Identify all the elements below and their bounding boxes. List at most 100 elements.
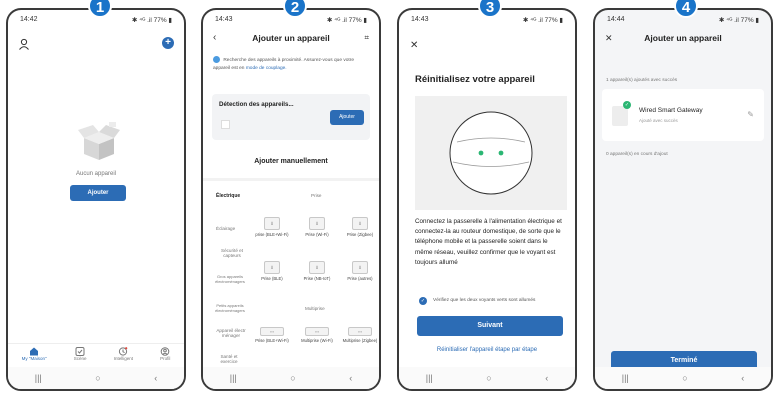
recent-apps-icon[interactable]: ||| (426, 373, 433, 383)
device-tile-label: Prise (NB-IoT) (303, 276, 331, 281)
bottom-tab-bar: My "Maison" Scène Intelligent Profil (8, 343, 184, 367)
gateway-illustration (415, 96, 567, 210)
device-tile[interactable]: ⠿ Prise (NB-IoT) (298, 261, 336, 281)
device-tile[interactable]: ⠿ Prise (autres) (341, 261, 379, 281)
detection-card: Détection des appareils... Ajouter (212, 94, 370, 140)
category-small-appliances[interactable]: Petits appareils électroménagers (209, 303, 251, 313)
empty-box-illustration (76, 122, 122, 162)
power-strip-icon: ▫▫▫ (305, 327, 329, 336)
device-tile[interactable]: ⠿ prise (BLE+Wi-Fi) (253, 217, 291, 237)
device-tile-label: Multiprise (Zigbee) (342, 338, 378, 343)
back-icon[interactable]: ‹ (545, 373, 548, 383)
device-tile[interactable]: ⠿ Prise (BLE) (253, 261, 291, 281)
home-circle-icon[interactable]: ○ (486, 373, 491, 383)
category-large-appliances[interactable]: Gros appareils électroménagers (209, 274, 251, 284)
device-tile[interactable]: ▫▫▫ Multiprise (Wi-Fi) (298, 327, 336, 343)
socket-icon: ⠿ (264, 217, 280, 230)
phone-screen-2: 14:43 ✱ ⁴ᴳ .il 77% ▮ ‹ Ajouter un appare… (201, 8, 381, 391)
pairing-mode-link[interactable]: mode de couplage. (246, 66, 287, 71)
category-health[interactable]: Santé et exercice (213, 354, 245, 364)
home-circle-icon[interactable]: ○ (682, 373, 687, 383)
in-progress-text: 0 appareil(s) en cours d'ajout (606, 152, 668, 157)
device-tile-label: Prise (BLE+Wi-Fi) (255, 338, 289, 343)
tab-home[interactable]: My "Maison" (22, 347, 47, 367)
socket-icon: ⠿ (352, 217, 368, 230)
section-multiprise: Multiprise (305, 306, 325, 311)
empty-state-text: Aucun appareil (75, 171, 117, 177)
device-card[interactable]: ✓ Wired Smart Gateway Ajouté avec succès… (602, 89, 764, 141)
status-indicators: ✱ ⁴ᴳ .il 77% ▮ (719, 17, 759, 24)
device-tile[interactable]: ▫▫▫ Prise (BLE+Wi-Fi) (253, 327, 291, 343)
system-nav-bar: ||| ○ ‹ (8, 367, 184, 389)
socket-icon: ⠿ (309, 217, 325, 230)
tab-smart-label: Intelligent (113, 356, 133, 361)
tab-scene[interactable]: Scène (74, 347, 87, 367)
device-tile[interactable]: ⠿ Prise (Zigbee) (341, 217, 379, 237)
add-button[interactable]: Ajouter (70, 185, 126, 201)
device-tile[interactable]: ⠿ Prise (Wi-Fi) (298, 217, 336, 237)
detection-title: Détection des appareils... (219, 101, 294, 108)
device-tile[interactable]: ▫▫▫ Multiprise (Zigbee) (341, 327, 379, 343)
status-indicators: ✱ ⁴ᴳ .il 77% ▮ (327, 17, 367, 24)
profile-tab-icon (160, 347, 170, 356)
power-strip-icon: ▫▫▫ (348, 327, 372, 336)
power-strip-icon: ▫▫▫ (260, 327, 284, 336)
add-device-plus-icon[interactable]: + (162, 37, 174, 49)
page-title: Réinitialisez votre appareil (415, 74, 535, 85)
recent-apps-icon[interactable]: ||| (35, 373, 42, 383)
recent-apps-icon[interactable]: ||| (230, 373, 237, 383)
status-indicators: ✱ ⁴ᴳ .il 77% ▮ (132, 17, 172, 24)
close-icon[interactable]: ✕ (605, 28, 613, 48)
close-icon[interactable]: ✕ (410, 40, 418, 51)
home-circle-icon[interactable]: ○ (290, 373, 295, 383)
scan-icon[interactable]: ⌗ (364, 28, 369, 48)
device-tile-label: prise (BLE+Wi-Fi) (255, 232, 289, 237)
category-lighting[interactable]: Éclairage (216, 226, 235, 231)
tab-profile-label: Profil (160, 356, 171, 361)
screen-header: ‹ Ajouter un appareil ⌗ (203, 28, 379, 48)
socket-icon: ⠿ (264, 261, 280, 274)
page-title: Ajouter un appareil (252, 33, 330, 43)
manual-title: Ajouter manuellement (254, 158, 328, 165)
status-time: 14:44 (607, 16, 625, 23)
device-tile-label: Prise (Wi-Fi) (305, 232, 329, 237)
added-count-text: 1 appareil(s) ajoutés avec succès (606, 78, 678, 83)
tab-profile[interactable]: Profil (160, 347, 170, 367)
step-by-step-link[interactable]: Réinitialiser l'appareil étape par étape (399, 347, 575, 353)
device-name: Wired Smart Gateway (639, 107, 703, 114)
detect-add-button[interactable]: Ajouter (330, 110, 364, 125)
bluetooth-icon (213, 56, 220, 63)
confirm-text: Vérifiez que les deux voyants verts sont… (433, 298, 536, 303)
system-nav-bar: ||| ○ ‹ (595, 367, 771, 389)
back-arrow-icon[interactable]: ‹ (213, 28, 216, 48)
confirm-checkbox[interactable]: ✓ (419, 297, 427, 305)
section-prise: Prise (311, 193, 322, 198)
checkbox-icon (75, 347, 85, 356)
edit-pencil-icon[interactable]: ✎ (747, 110, 754, 119)
home-circle-icon[interactable]: ○ (95, 373, 100, 383)
next-button[interactable]: Suivant (417, 316, 563, 336)
smart-icon (119, 347, 128, 356)
category-electrical[interactable]: Électrique (216, 193, 240, 199)
status-time: 14:43 (411, 16, 429, 23)
instruction-text: Connectez la passerelle à l'alimentation… (415, 218, 562, 266)
tab-scene-label: Scène (73, 356, 87, 361)
category-appliance[interactable]: Appareil électr ménager (211, 328, 251, 338)
device-tile-label: Multiprise (Wi-Fi) (301, 338, 333, 343)
home-icon (30, 347, 39, 356)
divider (203, 178, 379, 181)
back-icon[interactable]: ‹ (154, 373, 157, 383)
page-title: Ajouter un appareil (644, 33, 722, 43)
back-icon[interactable]: ‹ (349, 373, 352, 383)
socket-icon: ⠿ (309, 261, 325, 274)
profile-icon[interactable] (18, 37, 30, 50)
gateway-device-icon (612, 106, 628, 126)
phone-screen-3: 14:43 ✱ ⁴ᴳ .il 77% ▮ ✕ Réinitialisez vot… (397, 8, 577, 391)
tab-smart[interactable]: Intelligent (114, 347, 133, 367)
category-security[interactable]: Sécurité et capteurs (216, 248, 248, 258)
system-nav-bar: ||| ○ ‹ (399, 367, 575, 389)
device-tile-label: Prise (Zigbee) (346, 232, 374, 237)
tab-home-label: My "Maison" (21, 356, 47, 361)
recent-apps-icon[interactable]: ||| (622, 373, 629, 383)
back-icon[interactable]: ‹ (741, 373, 744, 383)
